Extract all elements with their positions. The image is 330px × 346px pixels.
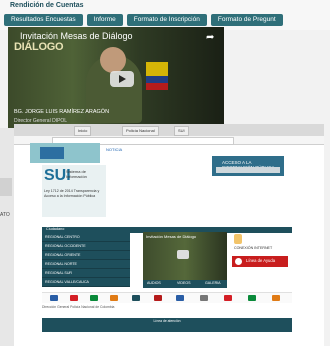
tab-galeria[interactable]: GALERIA: [205, 281, 221, 285]
connection-text: CONEXIÓN INTERNET: [234, 246, 273, 250]
logo-icon[interactable]: [50, 295, 58, 301]
logo-icon[interactable]: [132, 295, 140, 301]
regional-nav: REGIONAL CENTRO REGIONAL OCCIDENTE REGIO…: [42, 233, 130, 287]
nav-item[interactable]: REGIONAL SUR: [42, 269, 130, 278]
video-caption-name: BG. JORGE LUIS RAMÍREZ ARAGÓN: [14, 109, 110, 115]
help-line-button[interactable]: Línea de Ayuda: [232, 256, 288, 267]
footer-text: Dirección General Policía Nacional de Co…: [42, 305, 115, 309]
nav-item[interactable]: REGIONAL CENTRO: [42, 233, 130, 242]
video-subtitle: DIÁLOGO: [14, 41, 64, 53]
embedded-video-thumbnail[interactable]: Invitación Mesas de Diálogo: [143, 232, 227, 280]
officer-head: [100, 47, 126, 73]
footer-bar: Línea de atención: [42, 318, 292, 332]
nav-item[interactable]: REGIONAL VALLE/CAUCA: [42, 278, 130, 287]
nav-tabs: Resultados Encuestas Informe Formato de …: [4, 14, 283, 26]
help-line-label: Línea de Ayuda: [246, 258, 276, 263]
mascot-icon: [234, 234, 242, 244]
video-title: Invitación Mesas de Diálogo: [20, 31, 133, 41]
media-tabs: AUDIOS VIDEOS GALERIA: [143, 280, 227, 288]
logo-icon[interactable]: [154, 295, 162, 301]
browser-tab-2[interactable]: Policía Nacional: [122, 126, 159, 136]
site-banner: [30, 143, 100, 163]
logo-icon[interactable]: [176, 295, 184, 301]
help-icon: [235, 258, 242, 265]
partner-logos: [42, 292, 292, 303]
embedded-video-title: Invitación Mesas de Diálogo: [146, 234, 197, 239]
public-info-strip: [216, 167, 280, 173]
logo-icon[interactable]: [224, 295, 232, 301]
news-link[interactable]: NOTICIA: [106, 147, 122, 152]
play-icon[interactable]: [110, 71, 134, 87]
logo-icon[interactable]: [90, 295, 98, 301]
tab-audios[interactable]: AUDIOS: [147, 281, 161, 285]
nav-item[interactable]: REGIONAL NORTE: [42, 260, 130, 269]
header: Rendición de Cuentas Resultados Encuesta…: [0, 0, 330, 30]
left-gutter: [0, 128, 14, 346]
site-logo: [40, 147, 64, 159]
nav-item[interactable]: REGIONAL OCCIDENTE: [42, 242, 130, 251]
footer-line: Línea de atención: [153, 319, 181, 323]
browser-tab-1[interactable]: Inicio: [74, 126, 92, 136]
logo-icon[interactable]: [248, 295, 256, 301]
page-title: Rendición de Cuentas: [10, 2, 84, 9]
right-column: CONEXIÓN INTERNET Línea de Ayuda: [230, 230, 292, 288]
left-gutter-block: [0, 178, 12, 196]
side-text: ATO: [0, 212, 10, 218]
tab-resultados[interactable]: Resultados Encuestas: [4, 14, 83, 26]
sui-panel: SUI Sistema de Información Ley 1712 de 2…: [42, 165, 106, 217]
embedded-play-icon[interactable]: [177, 250, 189, 259]
logo-icon[interactable]: [200, 295, 208, 301]
tab-formato-pregunta[interactable]: Formato de Pregunt: [210, 14, 283, 26]
share-icon[interactable]: ➦: [206, 32, 214, 43]
flag-image: [146, 62, 168, 90]
logo-icon[interactable]: [272, 295, 280, 301]
tab-videos[interactable]: VIDEOS: [177, 281, 191, 285]
logo-icon[interactable]: [110, 295, 118, 301]
tab-informe[interactable]: Informe: [86, 14, 123, 26]
page: Rendición de Cuentas Resultados Encuesta…: [0, 0, 330, 346]
section-header-left: Ciudadano: [46, 227, 65, 231]
public-info-banner[interactable]: ACCESO A LA INFORMACIÓN PÚBLICA: [212, 156, 284, 176]
tab-formato-inscripcion[interactable]: Formato de Inscripción: [126, 14, 207, 26]
nav-item[interactable]: REGIONAL ORIENTE: [42, 251, 130, 260]
logo-icon[interactable]: [70, 295, 78, 301]
sui-subtitle: Sistema de Información: [66, 169, 87, 179]
sui-info: Ley 1712 de 2014 Transparencia y Acceso …: [44, 189, 100, 198]
browser-tab-3[interactable]: SUI: [174, 126, 189, 136]
video-player[interactable]: Invitación Mesas de Diálogo DIÁLOGO ➦ BG…: [8, 27, 224, 128]
